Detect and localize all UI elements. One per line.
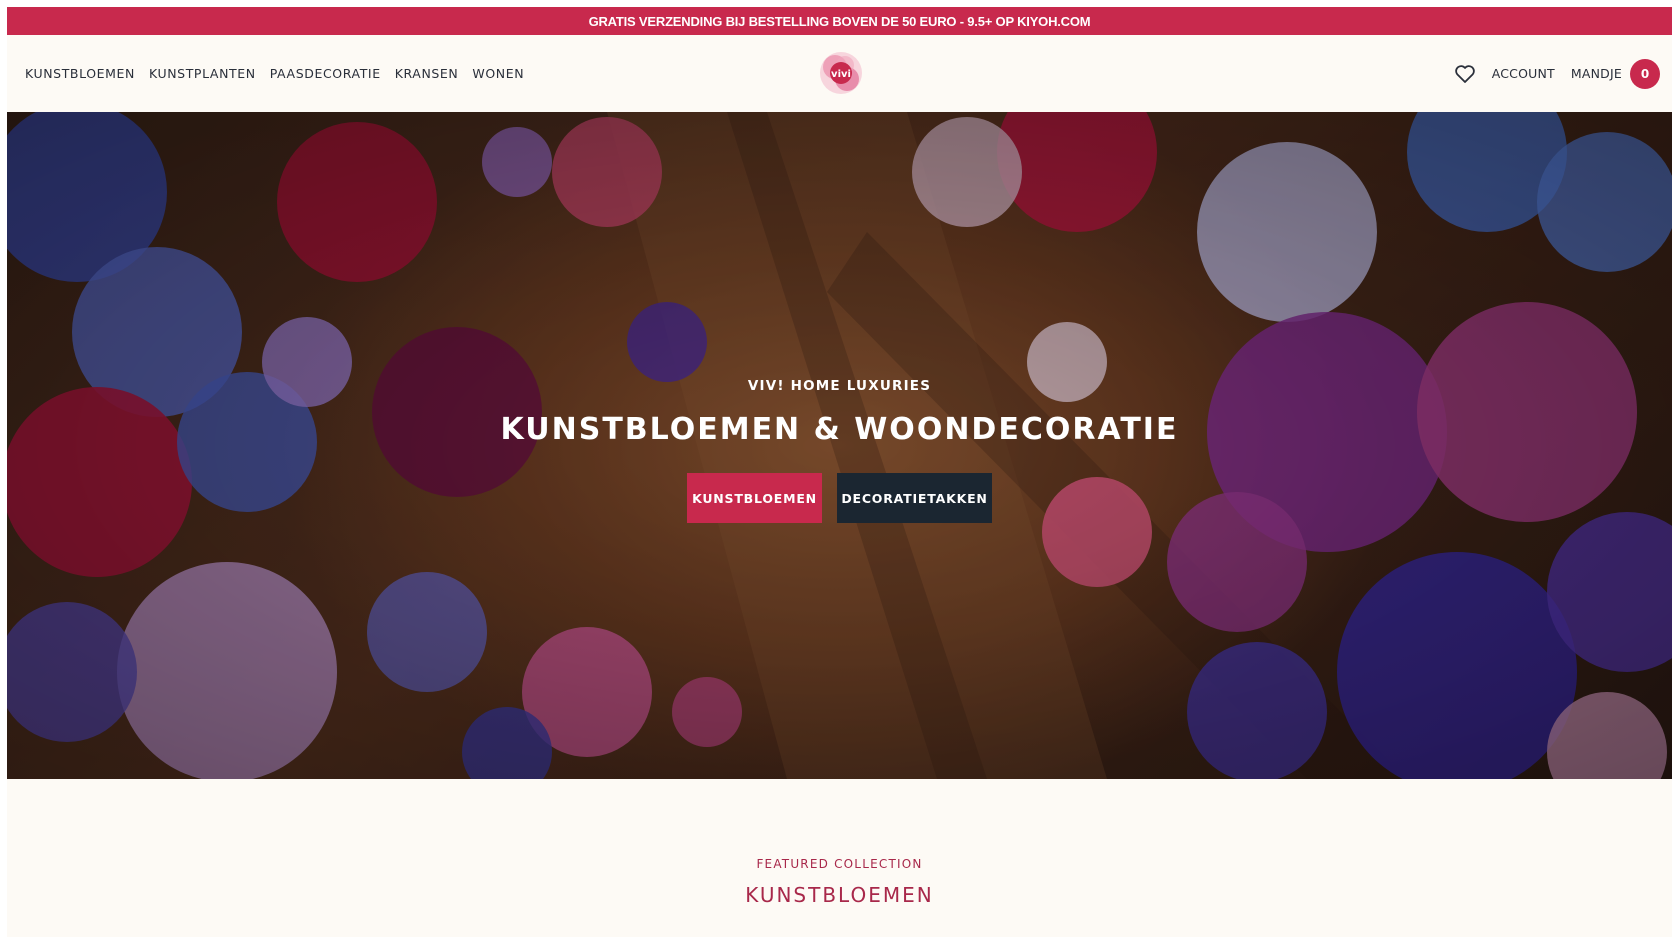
nav-item-kunstbloemen[interactable]: KUNSTBLOEMEN bbox=[25, 66, 135, 81]
main-nav: KUNSTBLOEMEN KUNSTPLANTEN PAASDECORATIE … bbox=[25, 35, 524, 112]
featured-title: KUNSTBLOEMEN bbox=[745, 883, 934, 907]
nav-item-kunstplanten[interactable]: KUNSTPLANTEN bbox=[149, 66, 256, 81]
featured-kicker: FEATURED COLLECTION bbox=[756, 857, 923, 871]
hero-kicker: VIV! HOME LUXURIES bbox=[747, 378, 932, 394]
cart-button[interactable]: MANDJE 0 bbox=[1570, 58, 1660, 89]
site-logo[interactable]: vivi bbox=[817, 47, 865, 99]
announcement-bar: GRATIS VERZENDING BIJ BESTELLING BOVEN D… bbox=[7, 7, 1672, 35]
hero-headline: KUNSTBLOEMEN & WOONDECORATIE bbox=[500, 412, 1179, 447]
cart-count-badge: 0 bbox=[1630, 58, 1660, 89]
nav-item-kransen[interactable]: KRANSEN bbox=[395, 66, 459, 81]
header-actions: ACCOUNT MANDJE 0 bbox=[1454, 35, 1660, 112]
heart-icon bbox=[1454, 64, 1475, 83]
featured-collection-section: FEATURED COLLECTION KUNSTBLOEMEN bbox=[7, 779, 1672, 937]
cart-label: MANDJE bbox=[1570, 66, 1622, 81]
hero-kunstbloemen-button[interactable]: KUNSTBLOEMEN bbox=[687, 473, 822, 523]
hero-banner: VIV! HOME LUXURIES KUNSTBLOEMEN & WOONDE… bbox=[7, 112, 1672, 779]
logo-text: vivi bbox=[831, 69, 851, 80]
announcement-text: GRATIS VERZENDING BIJ BESTELLING BOVEN D… bbox=[588, 13, 1091, 29]
page-frame: GRATIS VERZENDING BIJ BESTELLING BOVEN D… bbox=[7, 7, 1672, 937]
logo-mark: vivi bbox=[820, 52, 862, 94]
account-link[interactable]: ACCOUNT bbox=[1492, 66, 1555, 81]
hero-content: VIV! HOME LUXURIES KUNSTBLOEMEN & WOONDE… bbox=[7, 112, 1672, 779]
hero-decoratietakken-button[interactable]: DECORATIETAKKEN bbox=[837, 473, 992, 523]
wishlist-button[interactable] bbox=[1454, 63, 1476, 85]
nav-item-paasdecoratie[interactable]: PAASDECORATIE bbox=[270, 66, 381, 81]
nav-item-wonen[interactable]: WONEN bbox=[472, 66, 524, 81]
site-header: KUNSTBLOEMEN KUNSTPLANTEN PAASDECORATIE … bbox=[7, 35, 1672, 112]
